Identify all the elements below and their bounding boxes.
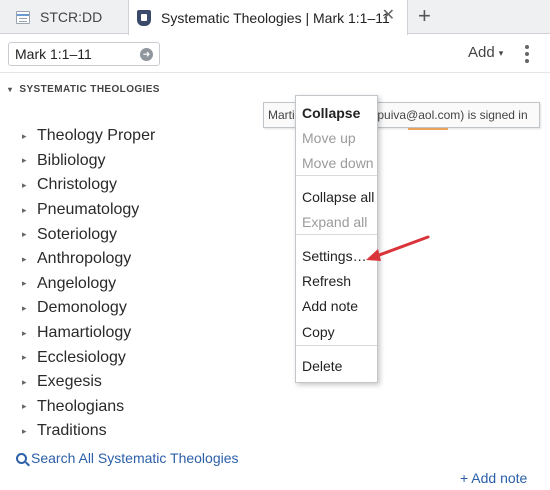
- topic-item[interactable]: ▸ Demonology: [22, 296, 155, 321]
- search-all-label: Search All Systematic Theologies: [31, 450, 239, 466]
- menu-item-move-up: Move up: [302, 130, 356, 146]
- chevron-right-icon: ▸: [22, 253, 27, 264]
- tab-label: Systematic Theologies | Mark 1:1–11: [161, 9, 390, 26]
- chevron-right-icon: ▸: [22, 179, 27, 190]
- menu-item-refresh[interactable]: Refresh: [302, 273, 351, 289]
- menu-item-add-note[interactable]: Add note: [302, 298, 358, 314]
- tooltip-accent-line: [408, 128, 448, 130]
- topic-label: Pneumatology: [37, 201, 140, 219]
- chevron-down-icon: ▾: [8, 85, 13, 94]
- menu-item-settings[interactable]: Settings…: [302, 248, 367, 264]
- topic-item[interactable]: ▸ Traditions: [22, 419, 155, 444]
- chevron-right-icon: ▸: [22, 352, 27, 363]
- topic-label: Anthropology: [37, 250, 132, 268]
- tab-label: STCR:DD: [40, 9, 103, 25]
- menu-item-collapse-all[interactable]: Collapse all: [302, 189, 374, 205]
- close-icon[interactable]: ✕: [382, 8, 395, 24]
- add-label: Add: [468, 44, 495, 61]
- add-button[interactable]: Add ▾: [468, 44, 503, 61]
- menu-item-delete[interactable]: Delete: [302, 358, 342, 374]
- chevron-right-icon: ▸: [22, 376, 27, 387]
- reference-input[interactable]: Mark 1:1–11 ➜: [8, 42, 160, 66]
- topic-label: Traditions: [37, 422, 107, 440]
- topic-item[interactable]: ▸ Soteriology: [22, 222, 155, 247]
- document-icon: [16, 10, 30, 24]
- red-annotation-arrow: [366, 235, 430, 261]
- menu-separator: [296, 175, 377, 176]
- chevron-right-icon: ▸: [22, 278, 27, 289]
- topic-item[interactable]: ▸ Angelology: [22, 272, 155, 297]
- topic-label: Angelology: [37, 274, 117, 292]
- menu-separator: [296, 345, 377, 346]
- topic-item[interactable]: ▸ Hamartiology: [22, 321, 155, 346]
- topic-label: Exegesis: [37, 373, 102, 391]
- chevron-right-icon: ▸: [22, 130, 27, 141]
- chevron-right-icon: ▸: [22, 204, 27, 215]
- chevron-right-icon: ▸: [22, 302, 27, 313]
- tab-bar: STCR:DD Systematic Theologies | Mark 1:1…: [0, 0, 550, 35]
- chevron-right-icon: ▸: [22, 229, 27, 240]
- tab-stcr-dd[interactable]: STCR:DD: [0, 0, 128, 34]
- magnifier-icon: [16, 452, 27, 464]
- add-note-link[interactable]: + Add note: [460, 470, 527, 486]
- chevron-down-icon: ▾: [498, 47, 504, 58]
- topic-item[interactable]: ▸ Ecclesiology: [22, 345, 155, 370]
- topic-item[interactable]: ▸ Pneumatology: [22, 198, 155, 223]
- topic-list: ▸ Theology Proper ▸ Bibliology ▸ Christology ▸…: [22, 124, 155, 444]
- search-all-link[interactable]: Search All Systematic Theologies: [16, 450, 239, 466]
- topic-item[interactable]: ▸ Theology Proper: [22, 124, 155, 149]
- section-title: SYSTEMATIC THEOLOGIES: [19, 84, 160, 95]
- topic-label: Soteriology: [37, 225, 118, 243]
- more-vertical-icon[interactable]: [524, 45, 530, 63]
- topic-item[interactable]: ▸ Theologians: [22, 395, 155, 420]
- toolbar: Mark 1:1–11 ➜ Add ▾: [0, 35, 550, 73]
- topic-item[interactable]: ▸ Christology: [22, 173, 155, 198]
- menu-item-move-down: Move down: [302, 155, 374, 171]
- topic-label: Theologians: [37, 397, 125, 415]
- menu-item-collapse[interactable]: Collapse: [302, 105, 360, 121]
- chevron-right-icon: ▸: [22, 425, 27, 436]
- topic-label: Christology: [37, 176, 118, 194]
- topic-label: Hamartiology: [37, 324, 132, 342]
- chevron-right-icon: ▸: [22, 401, 27, 412]
- section-header[interactable]: ▾ SYSTEMATIC THEOLOGIES: [8, 84, 160, 95]
- topic-item[interactable]: ▸ Bibliology: [22, 149, 155, 174]
- topic-label: Bibliology: [37, 151, 106, 169]
- topic-item[interactable]: ▸ Anthropology: [22, 247, 155, 272]
- tab-systematic-theologies[interactable]: Systematic Theologies | Mark 1:1–11 ✕: [128, 0, 408, 35]
- shield-icon: [137, 9, 151, 26]
- topic-label: Theology Proper: [37, 127, 156, 145]
- chevron-right-icon: ▸: [22, 155, 27, 166]
- reference-value: Mark 1:1–11: [15, 46, 92, 62]
- plus-icon[interactable]: +: [418, 4, 431, 28]
- menu-item-expand-all: Expand all: [302, 214, 368, 230]
- topic-label: Demonology: [37, 299, 127, 317]
- chevron-right-icon: ▸: [22, 327, 27, 338]
- topic-item[interactable]: ▸ Exegesis: [22, 370, 155, 395]
- topic-label: Ecclesiology: [37, 348, 126, 366]
- arrow-circle-icon[interactable]: ➜: [140, 48, 153, 61]
- menu-item-copy[interactable]: Copy: [302, 324, 335, 340]
